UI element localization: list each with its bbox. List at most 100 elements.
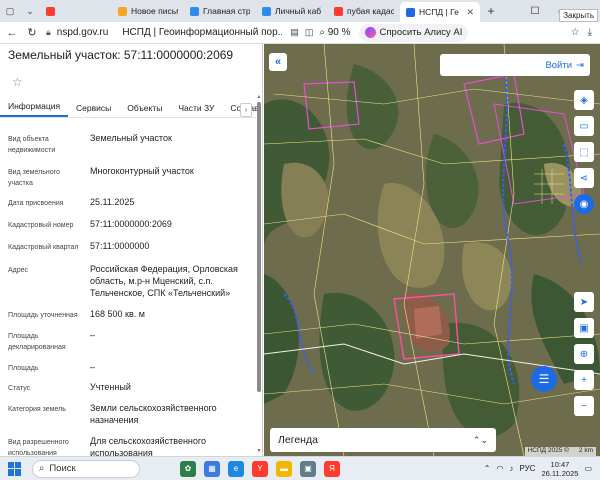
map-tools: ◈ ▭ ⬚ ⋖ ◉ xyxy=(574,90,594,214)
zoom-in-icon[interactable]: + xyxy=(574,370,594,390)
browser-tab-active[interactable]: НСПД | Ге ✕ xyxy=(400,2,480,22)
task-view-icon[interactable]: ▦ xyxy=(204,460,220,477)
site-icon xyxy=(190,6,199,16)
zoom-level[interactable]: ⌕ 90 % xyxy=(319,27,350,38)
attr-label: Площадь уточненная xyxy=(8,312,78,319)
tooltip: Закрыть xyxy=(559,9,598,22)
browser-tab[interactable]: Новое письм xyxy=(112,1,184,21)
attr-value: Учтенный xyxy=(90,382,131,392)
accessibility-icon[interactable]: ◉ xyxy=(574,194,594,214)
map-nav-tools: ➤ ▣ ⊕ + − xyxy=(574,292,594,416)
url-field[interactable]: nspd.gov.ru xyxy=(57,27,109,38)
browser-tab[interactable] xyxy=(40,1,112,21)
mail-icon xyxy=(118,6,127,16)
bookmark-icon[interactable]: ☆ xyxy=(571,27,580,38)
reader-icon[interactable]: ▤ xyxy=(290,27,299,38)
attr-label: Вид объекта недвижимости xyxy=(8,136,56,154)
bookmark-icon[interactable]: ☐ xyxy=(522,0,548,22)
download-icon[interactable]: ⤓ xyxy=(588,27,592,38)
browser-tab[interactable]: Главная стр xyxy=(184,1,256,21)
file-explorer-icon[interactable]: ▬ xyxy=(276,460,292,477)
yandex-browser-icon[interactable]: Y xyxy=(252,460,268,477)
chevron-down-icon[interactable]: ⌄ xyxy=(20,2,40,20)
ruler-icon[interactable]: ▭ xyxy=(574,116,594,136)
login-button[interactable]: Войти ⇥ xyxy=(440,54,590,76)
browser-tab[interactable]: пубая кадаст xyxy=(328,1,400,21)
chat-icon[interactable]: ☰ xyxy=(531,366,557,392)
tab-actions-icon[interactable]: ▢ xyxy=(0,2,20,20)
panel-scrollbar[interactable]: ▲ ▼ xyxy=(256,94,262,454)
widgets-icon[interactable]: ✿ xyxy=(180,460,196,477)
chevron-right-icon[interactable]: › xyxy=(240,103,252,117)
scrollbar-thumb[interactable] xyxy=(257,102,261,392)
tab-label: пубая кадаст xyxy=(347,6,394,16)
alice-button[interactable]: Спросить Алису AI xyxy=(358,23,469,42)
attr-value: – xyxy=(90,330,96,340)
alice-label: Спросить Алису AI xyxy=(379,27,463,38)
new-tab-icon[interactable]: + xyxy=(483,3,499,19)
scroll-up-icon[interactable]: ▲ xyxy=(256,94,262,100)
clock-date: 26.11.2025 xyxy=(541,468,579,478)
windows-start-icon[interactable] xyxy=(8,461,22,476)
map-attribution: НСПД 2025 © 2 km xyxy=(524,447,596,456)
screen-icon[interactable]: ▣ xyxy=(574,318,594,338)
share-icon[interactable]: ⋖ xyxy=(574,168,594,188)
map-canvas[interactable] xyxy=(264,44,600,456)
back-icon[interactable]: ← xyxy=(4,24,20,42)
taskbar-search[interactable]: ⌕ Поиск xyxy=(32,459,140,478)
pin-search-icon[interactable]: ⊕ xyxy=(574,344,594,364)
tab-information[interactable]: Информация xyxy=(0,101,69,117)
tab-parts[interactable]: Части ЗУ xyxy=(170,103,222,117)
clock-time: 10:47 xyxy=(550,459,570,469)
app-icon[interactable]: ▣ xyxy=(300,460,316,477)
legend-label: Легенда xyxy=(278,434,318,446)
wifi-icon[interactable]: ◠ xyxy=(496,464,503,473)
clock[interactable]: 10:47 26.11.2025 xyxy=(541,460,578,478)
login-label: Войти xyxy=(545,59,573,71)
locate-icon[interactable]: ➤ xyxy=(574,292,594,312)
attr-value: Российская Федерация, Орловская область,… xyxy=(90,264,238,298)
reload-icon[interactable]: ↻ xyxy=(24,24,40,42)
edge-icon[interactable]: e xyxy=(228,460,244,477)
page-title: НСПД | Геоинформационный пор... xyxy=(122,27,283,38)
chevron-updown-icon: ⌃⌄ xyxy=(472,434,488,445)
tab-label: Личный каб xyxy=(275,6,322,16)
map-view[interactable]: « Войти ⇥ ◈ ▭ ⬚ ⋖ ◉ ➤ ▣ ⊕ + − ☰ Легенда … xyxy=(264,44,600,456)
attr-label: Адрес xyxy=(8,267,29,274)
attr-label: Дата присвоения xyxy=(8,200,64,207)
select-area-icon[interactable]: ⬚ xyxy=(574,142,594,162)
attr-label: Площадь xyxy=(8,365,39,372)
search-icon: ⌕ xyxy=(319,27,325,38)
yandex-icon xyxy=(334,6,343,16)
yandex-icon[interactable]: Я xyxy=(324,460,340,477)
browser-tab-strip: ▢ ⌄ Новое письм Главная стр Личный каб п… xyxy=(0,0,600,22)
favorite-star-icon[interactable]: ☆ xyxy=(12,75,23,89)
tab-services[interactable]: Сервисы xyxy=(68,103,119,117)
notification-icon[interactable]: ▭ xyxy=(584,464,592,473)
attr-label: Площадь декларированная xyxy=(8,333,66,351)
attr-value: – xyxy=(90,362,96,372)
scale-bar: 2 km xyxy=(578,447,593,454)
attr-value: 25.11.2025 xyxy=(90,197,135,207)
attr-value: 168 500 кв. м xyxy=(90,309,145,319)
collapse-panel-button[interactable]: « xyxy=(269,53,287,71)
close-tab-icon[interactable]: ✕ xyxy=(466,7,474,18)
tab-icon[interactable]: ◫ xyxy=(305,27,314,38)
attr-value: Земли сельскохозяйственного назначения xyxy=(90,403,217,425)
scroll-down-icon[interactable]: ▼ xyxy=(256,448,262,454)
tab-objects[interactable]: Объекты xyxy=(119,103,170,117)
browser-tab[interactable]: Личный каб xyxy=(256,1,328,21)
tab-label: Главная стр xyxy=(203,6,250,16)
volume-icon[interactable]: ♪ xyxy=(509,464,513,473)
zoom-out-icon[interactable]: − xyxy=(574,396,594,416)
lock-icon[interactable]: 🔒︎ xyxy=(46,27,51,38)
zoom-value: 90 % xyxy=(327,27,351,38)
attr-value: 57:11:0000000 xyxy=(90,241,150,251)
language-indicator[interactable]: РУС xyxy=(519,464,535,473)
legend-dropdown[interactable]: Легенда ⌃⌄ xyxy=(270,428,496,452)
chevron-up-icon[interactable]: ⌃ xyxy=(484,464,491,473)
login-icon: ⇥ xyxy=(576,59,584,71)
layers-icon[interactable]: ◈ xyxy=(574,90,594,110)
search-placeholder: Поиск xyxy=(49,463,76,474)
attr-value: Для сельскохозяйственного использования xyxy=(90,436,206,456)
